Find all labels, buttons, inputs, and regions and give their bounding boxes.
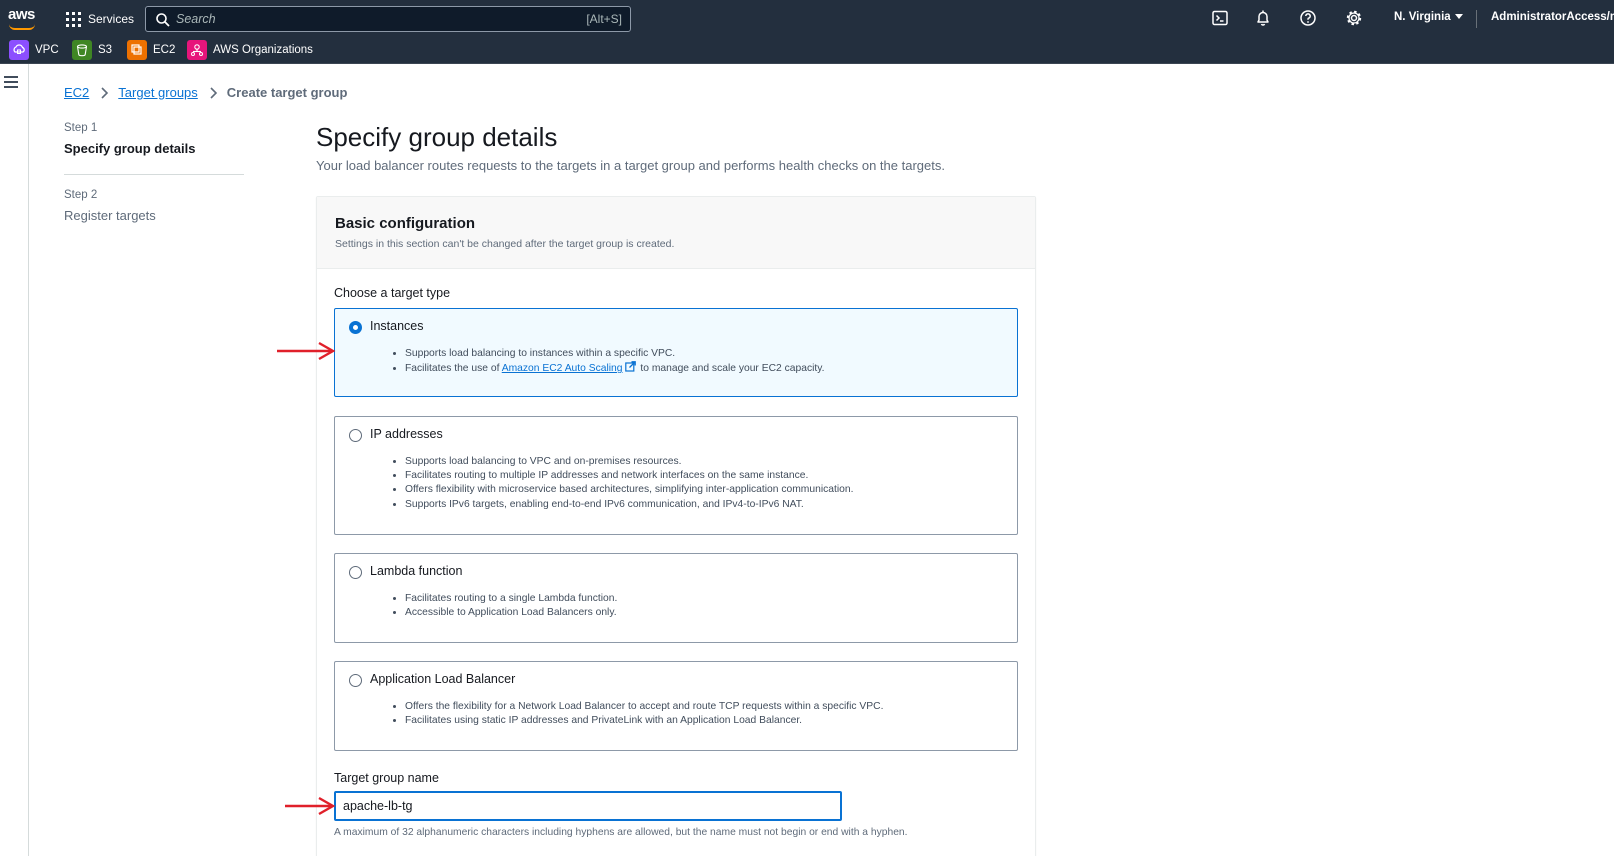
annotation-arrow-icon bbox=[285, 796, 336, 816]
favorite-label: S3 bbox=[98, 44, 113, 56]
external-link-icon bbox=[624, 361, 636, 372]
bullet-suffix: to manage and scale your EC2 capacity. bbox=[637, 363, 825, 375]
region-selector[interactable]: N. Virginia bbox=[1394, 11, 1463, 23]
favorite-s3[interactable]: S3 bbox=[72, 40, 112, 60]
search-input[interactable] bbox=[176, 9, 556, 29]
region-label: N. Virginia bbox=[1394, 11, 1451, 23]
panel-title: Basic configuration bbox=[335, 215, 476, 232]
target-type-lambda-function[interactable]: Lambda function Facilitates routing to a… bbox=[334, 553, 1018, 643]
caret-down-icon bbox=[1454, 14, 1463, 20]
tile-title: IP addresses bbox=[370, 427, 443, 441]
ec2-auto-scaling-link[interactable]: Amazon EC2 Auto Scaling bbox=[502, 363, 623, 374]
breadcrumb-current: Create target group bbox=[226, 85, 348, 100]
chevron-right-icon bbox=[101, 86, 109, 99]
side-navigation-rail bbox=[0, 64, 29, 856]
bullet: Supports load balancing to VPC and on-pr… bbox=[405, 455, 853, 469]
radio-lambda-function[interactable] bbox=[349, 566, 362, 579]
breadcrumb-ec2[interactable]: EC2 bbox=[64, 85, 89, 100]
target-type-label: Choose a target type bbox=[334, 286, 451, 300]
bullet: Offers flexibility with microservice bas… bbox=[405, 483, 853, 497]
tile-bullets: Supports load balancing to instances wit… bbox=[405, 347, 825, 376]
services-grid-icon bbox=[66, 11, 81, 27]
cloudshell-icon[interactable] bbox=[1211, 9, 1229, 27]
step-1-title: Specify group details bbox=[64, 141, 196, 156]
target-group-name-input[interactable] bbox=[334, 791, 842, 821]
step-2-title[interactable]: Register targets bbox=[64, 208, 156, 223]
bullet: Facilitates the use of Amazon EC2 Auto S… bbox=[405, 361, 825, 376]
tile-bullets: Offers the flexibility for a Network Loa… bbox=[405, 700, 883, 728]
bullet: Offers the flexibility for a Network Loa… bbox=[405, 700, 883, 714]
bullet: Facilitates routing to multiple IP addre… bbox=[405, 469, 853, 483]
radio-instances[interactable] bbox=[349, 321, 362, 334]
bullet: Supports IPv6 targets, enabling end-to-e… bbox=[405, 498, 853, 512]
vpc-service-icon bbox=[9, 40, 29, 60]
tile-title: Application Load Balancer bbox=[370, 672, 516, 686]
breadcrumb-target-groups[interactable]: Target groups bbox=[118, 85, 198, 100]
search-box[interactable]: [Alt+S] bbox=[145, 6, 631, 32]
ec2-service-icon bbox=[127, 40, 147, 60]
radio-application-load-balancer[interactable] bbox=[349, 674, 362, 687]
bullet: Facilitates routing to a single Lambda f… bbox=[405, 592, 617, 606]
tile-title: Instances bbox=[370, 319, 424, 333]
target-type-instances[interactable]: Instances Supports load balancing to ins… bbox=[334, 308, 1018, 397]
menu-icon[interactable] bbox=[4, 76, 18, 88]
search-shortcut-hint: [Alt+S] bbox=[586, 12, 622, 26]
bullet: Accessible to Application Load Balancers… bbox=[405, 606, 617, 620]
favorite-aws-organizations[interactable]: AWS Organizations bbox=[187, 40, 313, 60]
target-group-name-label: Target group name bbox=[334, 771, 439, 785]
bullet: Supports load balancing to instances wit… bbox=[405, 347, 825, 361]
account-label: AdministratorAccess/my bbox=[1491, 11, 1614, 23]
tile-bullets: Facilitates routing to a single Lambda f… bbox=[405, 592, 617, 620]
organizations-service-icon bbox=[187, 40, 207, 60]
step-divider bbox=[64, 174, 244, 175]
page-description: Your load balancer routes requests to th… bbox=[316, 158, 945, 173]
aws-logo[interactable]: aws bbox=[8, 6, 38, 32]
step-1-label: Step 1 bbox=[64, 122, 98, 134]
panel-header: Basic configuration Settings in this sec… bbox=[317, 197, 1035, 269]
s3-service-icon bbox=[72, 40, 92, 60]
breadcrumb: EC2 Target groups Create target group bbox=[64, 85, 347, 100]
favorite-label: AWS Organizations bbox=[213, 44, 313, 56]
tile-title: Lambda function bbox=[370, 564, 463, 578]
services-menu-button[interactable]: Services bbox=[66, 8, 134, 30]
bullet-prefix: Facilitates the use of bbox=[405, 363, 502, 375]
top-navigation: aws Services [Alt+S] N. Virginia Adminis… bbox=[0, 0, 1614, 37]
favorite-vpc[interactable]: VPC bbox=[9, 40, 59, 60]
tile-bullets: Supports load balancing to VPC and on-pr… bbox=[405, 455, 853, 512]
services-label: Services bbox=[88, 12, 135, 26]
aws-logo-text: aws bbox=[8, 6, 35, 23]
favorite-label: EC2 bbox=[153, 44, 176, 56]
chevron-right-icon bbox=[210, 86, 217, 99]
bullet: Facilitates using static IP addresses an… bbox=[405, 714, 883, 728]
aws-smile-mark bbox=[9, 24, 35, 30]
target-group-name-constraint: A maximum of 32 alphanumeric characters … bbox=[334, 827, 908, 838]
divider bbox=[1476, 10, 1477, 28]
search-icon bbox=[156, 13, 170, 27]
help-icon[interactable] bbox=[1299, 9, 1317, 27]
target-type-ip-addresses[interactable]: IP addresses Supports load balancing to … bbox=[334, 416, 1018, 535]
notifications-icon[interactable] bbox=[1254, 9, 1272, 27]
settings-icon[interactable] bbox=[1345, 9, 1363, 27]
favorite-label: VPC bbox=[35, 44, 59, 56]
step-2-label: Step 2 bbox=[64, 189, 98, 201]
favorite-ec2[interactable]: EC2 bbox=[127, 40, 175, 60]
panel-subtitle: Settings in this section can't be change… bbox=[335, 238, 675, 250]
annotation-arrow-icon bbox=[277, 341, 336, 361]
page-title: Specify group details bbox=[316, 122, 558, 152]
radio-ip-addresses[interactable] bbox=[349, 429, 362, 442]
account-menu[interactable]: AdministratorAccess/my bbox=[1491, 11, 1614, 23]
target-type-application-load-balancer[interactable]: Application Load Balancer Offers the fle… bbox=[334, 661, 1018, 751]
